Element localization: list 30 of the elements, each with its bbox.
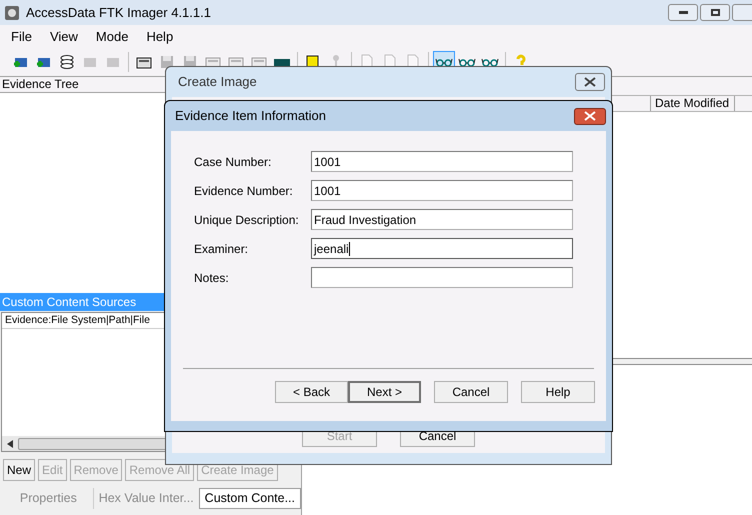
action-button[interactable]: New [3,459,36,481]
field-label: Notes: [194,270,230,286]
dialog-button[interactable]: Next > [348,381,421,403]
maximize-button[interactable] [700,4,730,21]
menu-item[interactable]: File [2,26,41,46]
close-icon [584,111,596,121]
menu-item[interactable]: View [40,26,87,46]
tab[interactable]: Custom Conte... [198,488,301,509]
menu-item[interactable]: Help [137,26,182,46]
input-field[interactable] [311,267,573,288]
input-field[interactable]: 1001 [311,180,573,201]
dialog-button[interactable]: Cancel [434,381,508,403]
column-header[interactable]: Date Modified [650,96,735,111]
field-label: Unique Description: [194,212,300,228]
field-label: Case Number: [194,154,272,170]
input-field[interactable]: 1001 [311,151,573,172]
input-field[interactable]: jeenali [311,238,573,259]
close-button[interactable] [575,73,605,91]
input-field[interactable]: Fraud Investigation [311,209,573,230]
minimize-button[interactable] [668,4,698,21]
field-label: Examiner: [194,240,250,258]
close-button[interactable] [574,108,606,124]
dialog-title: Evidence Item Information [175,107,326,126]
menu-item[interactable]: Mode [86,26,138,46]
close-icon [584,77,596,87]
window-title: AccessData FTK Imager 4.1.1.1 [26,4,211,22]
dialog-button[interactable]: Help [521,381,595,403]
dialog-button[interactable]: < Back [275,381,348,403]
scroll-left-icon[interactable] [7,440,13,448]
field-label: Evidence Number: [194,182,294,200]
